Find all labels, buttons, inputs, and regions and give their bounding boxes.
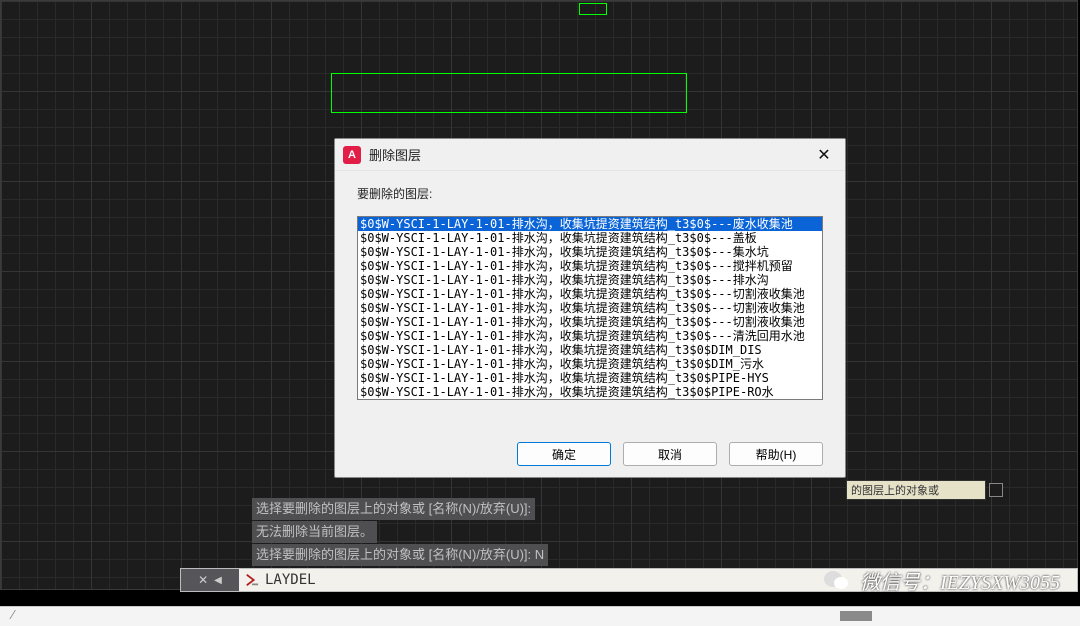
cancel-button[interactable]: 取消 [623, 442, 717, 466]
history-line: 无法删除当前图层。 [252, 521, 377, 543]
command-prompt-icon [239, 573, 265, 587]
drawing-rect-small [579, 3, 607, 15]
history-line: 选择要删除的图层上的对象或 [名称(N)/放弃(U)]: [252, 498, 535, 520]
delete-layer-dialog: A 删除图层 ✕ 要删除的图层: $0$W-YSCI-1-LAY-1-01-排水… [334, 138, 846, 478]
close-panel-icon[interactable]: ✕ [198, 573, 208, 587]
status-strip: ⁄ [0, 606, 1080, 626]
list-item[interactable]: $0$W-YSCI-1-LAY-1-01-排水沟，收集坑提资建筑结构_t3$0$… [358, 385, 822, 399]
list-item[interactable]: $0$W-YSCI-1-LAY-1-01-排水沟，收集坑提资建筑结构_t3$0$… [358, 245, 822, 259]
list-item[interactable]: $0$W-YSCI-1-LAY-1-01-排水沟，收集坑提资建筑结构_t3$0$… [358, 371, 822, 385]
layer-listbox[interactable]: $0$W-YSCI-1-LAY-1-01-排水沟，收集坑提资建筑结构_t3$0$… [357, 216, 823, 400]
status-slash: ⁄ [12, 607, 14, 622]
options-icon[interactable]: ◀ [214, 575, 222, 586]
command-bar-controls: ✕ ◀ [181, 569, 239, 591]
wechat-icon [824, 569, 852, 593]
command-history: 选择要删除的图层上的对象或 [名称(N)/放弃(U)]: 无法删除当前图层。 选… [252, 498, 972, 567]
status-mark [840, 611, 872, 621]
list-item[interactable]: $0$W-YSCI-1-LAY-1-01-排水沟，收集坑提资建筑结构_t3$0$… [358, 231, 822, 245]
list-item[interactable]: $0$W-YSCI-1-LAY-1-01-排水沟，收集坑提资建筑结构_t3$0$… [358, 287, 822, 301]
help-button[interactable]: 帮助(H) [729, 442, 823, 466]
list-item[interactable]: $0$W-YSCI-1-LAY-1-01-排水沟，收集坑提资建筑结构_t3$0$… [358, 301, 822, 315]
app-icon: A [343, 146, 361, 164]
ok-button[interactable]: 确定 [517, 442, 611, 466]
tooltip-remnant: 的图层上的对象或 [846, 480, 986, 500]
dialog-titlebar[interactable]: A 删除图层 ✕ [335, 139, 845, 171]
list-item[interactable]: $0$W-YSCI-1-LAY-1-01-排水沟，收集坑提资建筑结构_t3$0$… [358, 357, 822, 371]
wechat-watermark: 微信号：IEZYSXW3055 [824, 566, 1060, 595]
dialog-prompt: 要删除的图层: [357, 185, 823, 202]
list-item[interactable]: $0$W-YSCI-1-LAY-1-01-排水沟，收集坑提资建筑结构_t3$0$… [358, 343, 822, 357]
list-item[interactable]: $0$W-YSCI-1-LAY-1-01-排水沟，收集坑提资建筑结构_t3$0$… [358, 217, 822, 231]
dialog-title: 删除图层 [369, 145, 811, 164]
list-item[interactable]: $0$W-YSCI-1-LAY-1-01-排水沟，收集坑提资建筑结构_t3$0$… [358, 273, 822, 287]
history-line: 选择要删除的图层上的对象或 [名称(N)/放弃(U)]: N [252, 544, 548, 566]
drawing-rect-large [331, 73, 687, 113]
wechat-label: 微信号：IEZYSXW3055 [860, 566, 1060, 595]
list-item[interactable]: $0$W-YSCI-1-LAY-1-01-排水沟，收集坑提资建筑结构_t3$0$… [358, 315, 822, 329]
list-item[interactable]: $0$W-YSCI-1-LAY-1-01-排水沟，收集坑提资建筑结构_t3$0$… [358, 259, 822, 273]
close-icon[interactable]: ✕ [811, 143, 837, 167]
list-item[interactable]: $0$W-YSCI-1-LAY-1-01-排水沟，收集坑提资建筑结构_t3$0$… [358, 329, 822, 343]
